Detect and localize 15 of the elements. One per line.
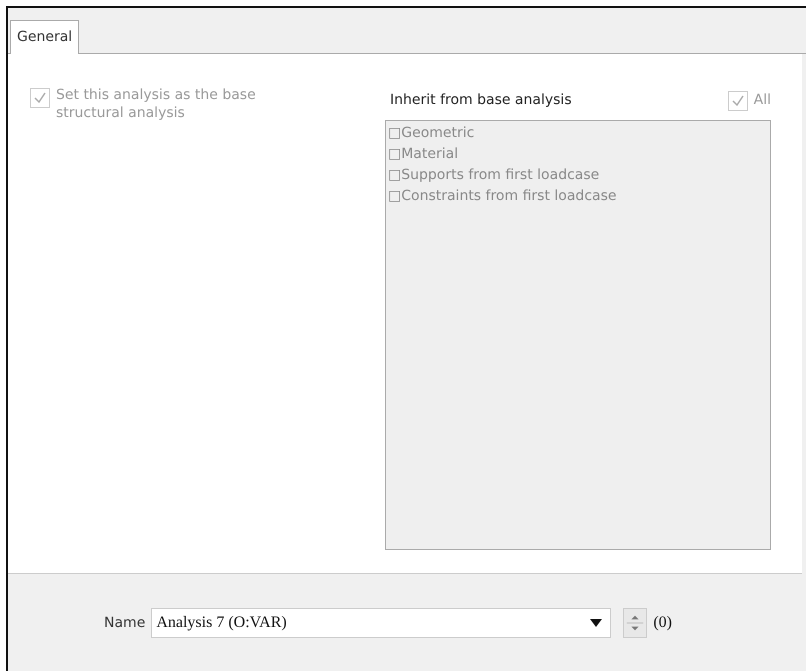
section-heading: Inherit from base analysis — [389, 92, 572, 108]
spin-button[interactable] — [623, 608, 648, 638]
checkmark-icon — [33, 91, 47, 105]
counter-text: (0) — [653, 614, 672, 632]
caret-icon — [590, 618, 602, 626]
list-item[interactable]: □Geometric — [388, 123, 474, 144]
name-label: Name — [104, 614, 146, 630]
checkbox-label: Set this analysis as the base structural analysis — [56, 86, 257, 122]
list-item[interactable]: □Constraints from first loadcase — [388, 186, 616, 207]
tab[interactable]: General — [10, 20, 80, 54]
checkmark-icon — [730, 94, 745, 108]
checkbox-label: All — [754, 92, 771, 108]
list-item[interactable]: □Supports from first loadcase — [388, 165, 600, 186]
name-dropdown[interactable]: Analysis 7 (O:VAR) — [151, 608, 612, 638]
list-item[interactable]: □Material — [388, 144, 458, 165]
